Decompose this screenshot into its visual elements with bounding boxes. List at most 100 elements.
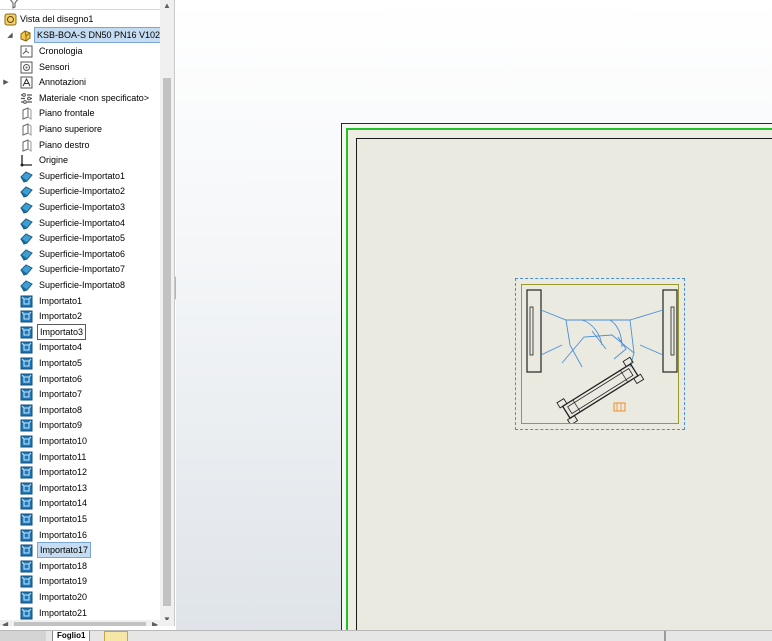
solid-body-icon [20, 607, 33, 620]
tab-foglio1-label: Foglio1 [57, 631, 86, 640]
tree-item[interactable]: Superficie-Importato4 [20, 216, 160, 231]
tree-item[interactable]: Piano superiore [20, 122, 160, 137]
tree-item[interactable]: Importato6 [20, 372, 160, 387]
tree-item[interactable]: Materiale <non specificato> [20, 91, 160, 106]
tree-item-label: Importato7 [39, 389, 83, 400]
tree-item[interactable]: Importato11 [20, 450, 160, 465]
drawing-view-bounding-box[interactable] [515, 278, 685, 430]
tree-item[interactable]: Importato17 [20, 542, 160, 559]
tree-item[interactable]: Importato8 [20, 403, 160, 418]
tree-item[interactable]: Importato16 [20, 528, 160, 543]
tree-item[interactable]: Importato19 [20, 574, 160, 589]
tree-item-label: Superficie-Importato8 [39, 280, 126, 290]
annotation-icon [20, 76, 33, 89]
tree-item[interactable]: Importato9 [20, 418, 160, 433]
tree-horizontal-scroll-thumb[interactable] [14, 622, 146, 626]
sensor-icon [20, 61, 33, 74]
tree-item[interactable]: Sensori [20, 60, 160, 75]
graphics-area[interactable] [176, 0, 772, 634]
tree-item-label: Superficie-Importato3 [39, 202, 126, 212]
tree-item-label: Piano destro [39, 139, 90, 150]
tree-item[interactable]: Superficie-Importato5 [20, 231, 160, 246]
solid-body-icon [20, 419, 33, 432]
tree-filter-bar[interactable] [0, 0, 160, 10]
tree-item[interactable]: Superficie-Importato8 [20, 278, 160, 293]
tree-item[interactable]: Piano frontale [20, 106, 160, 121]
surface-icon [20, 186, 33, 198]
tree-item[interactable]: Superficie-Importato6 [20, 247, 160, 262]
tree-item-label: Piano frontale [39, 108, 95, 119]
solid-body-icon [20, 341, 33, 354]
tree-item[interactable]: Cronologia [20, 44, 160, 59]
expand-arrow-icon[interactable]: ▶ [2, 79, 10, 87]
tree-item[interactable]: Importato4 [20, 340, 160, 355]
material-icon [21, 92, 32, 104]
sheet-tab-bar: Foglio1 [0, 630, 772, 641]
tree-item-label: Cronologia [39, 46, 83, 56]
tree-part-node[interactable]: ◢ KSB-BOA-S DN50 PN16 V1025.stp [6, 27, 174, 43]
solid-body-icon [20, 435, 33, 448]
surface-icon [20, 233, 33, 245]
tree-item-label: Importato8 [39, 404, 83, 415]
tree-item-label: Importato12 [39, 467, 88, 478]
plane-icon [22, 123, 32, 136]
tree-item-label: Importato19 [39, 576, 88, 587]
surface-icon [20, 280, 33, 292]
scroll-left-arrow-icon[interactable]: ◀ [2, 620, 8, 626]
tree-item[interactable]: Importato20 [20, 590, 160, 605]
tree-item-label: Origine [39, 155, 69, 166]
tree-item[interactable]: Importato7 [20, 387, 160, 402]
tree-horizontal-scrollbar[interactable]: ◀ ▶ [0, 620, 174, 626]
tree-item-label: Superficie-Importato2 [39, 186, 126, 197]
solid-body-icon [20, 310, 33, 323]
tree-item-label: Superficie-Importato7 [39, 264, 126, 275]
scroll-right-arrow-icon[interactable]: ▶ [152, 620, 158, 626]
solid-body-icon [20, 466, 33, 479]
tree-root-drawing-view[interactable]: Vista del disegno1 [4, 12, 154, 27]
tree-item-label: Piano superiore [39, 124, 103, 134]
solid-body-icon [20, 357, 33, 370]
tree-item[interactable]: Importato3 [20, 323, 160, 340]
tree-item[interactable]: Superficie-Importato1 [20, 169, 160, 184]
tree-item-label: Importato9 [39, 420, 83, 431]
tree-item[interactable]: Piano destro [20, 138, 160, 153]
solid-body-icon [20, 295, 33, 308]
tree-item[interactable]: Importato1 [20, 294, 160, 309]
solid-body-icon [20, 388, 33, 401]
plane-icon [22, 138, 32, 152]
tree-item[interactable]: Importato18 [20, 559, 160, 574]
drawing-view-icon [4, 13, 17, 26]
tree-item-label: Importato14 [39, 498, 88, 509]
tree-item-label: Importato16 [39, 529, 88, 540]
valve-drawing[interactable] [522, 285, 678, 423]
solid-body-icon [20, 497, 33, 510]
tree-vertical-scrollbar[interactable]: ▲ ▼ [160, 0, 174, 626]
filter-icon[interactable] [8, 0, 20, 9]
tree-root-label: Vista del disegno1 [20, 14, 94, 24]
tree-item[interactable]: Superficie-Importato7 [20, 262, 160, 277]
tree-item[interactable]: Importato2 [20, 309, 160, 324]
tree-item[interactable]: Importato15 [20, 512, 160, 527]
tree-part-label: KSB-BOA-S DN50 PN16 V1025.stp [34, 27, 174, 43]
origin-icon [20, 155, 32, 167]
collapse-arrow-icon[interactable]: ◢ [6, 32, 14, 40]
tree-item[interactable]: ▶ Annotazioni [3, 75, 160, 90]
surface-icon [20, 217, 33, 230]
tree-item-label: Importato20 [39, 592, 88, 602]
tree-item-label: Importato10 [39, 436, 88, 446]
solid-body-icon [20, 373, 33, 386]
tree-item[interactable]: Superficie-Importato2 [20, 184, 160, 199]
tree-item[interactable]: Origine [20, 153, 160, 168]
tree-item[interactable]: Importato10 [20, 434, 160, 449]
tree-item[interactable]: Importato13 [20, 481, 160, 496]
tree-item[interactable]: Importato12 [20, 465, 160, 480]
scroll-up-arrow-icon[interactable]: ▲ [160, 0, 174, 12]
tree-item[interactable]: Importato14 [20, 496, 160, 511]
tree-item[interactable]: Superficie-Importato3 [20, 200, 160, 215]
feature-tree-panel: Vista del disegno1 ◢ KSB-BOA-S DN50 PN16… [0, 0, 175, 626]
surface-icon [20, 264, 33, 276]
tree-item[interactable]: Importato21 [20, 606, 160, 621]
solid-body-icon [20, 544, 33, 557]
tree-vertical-scroll-thumb[interactable] [163, 78, 171, 606]
tree-item[interactable]: Importato5 [20, 356, 160, 371]
